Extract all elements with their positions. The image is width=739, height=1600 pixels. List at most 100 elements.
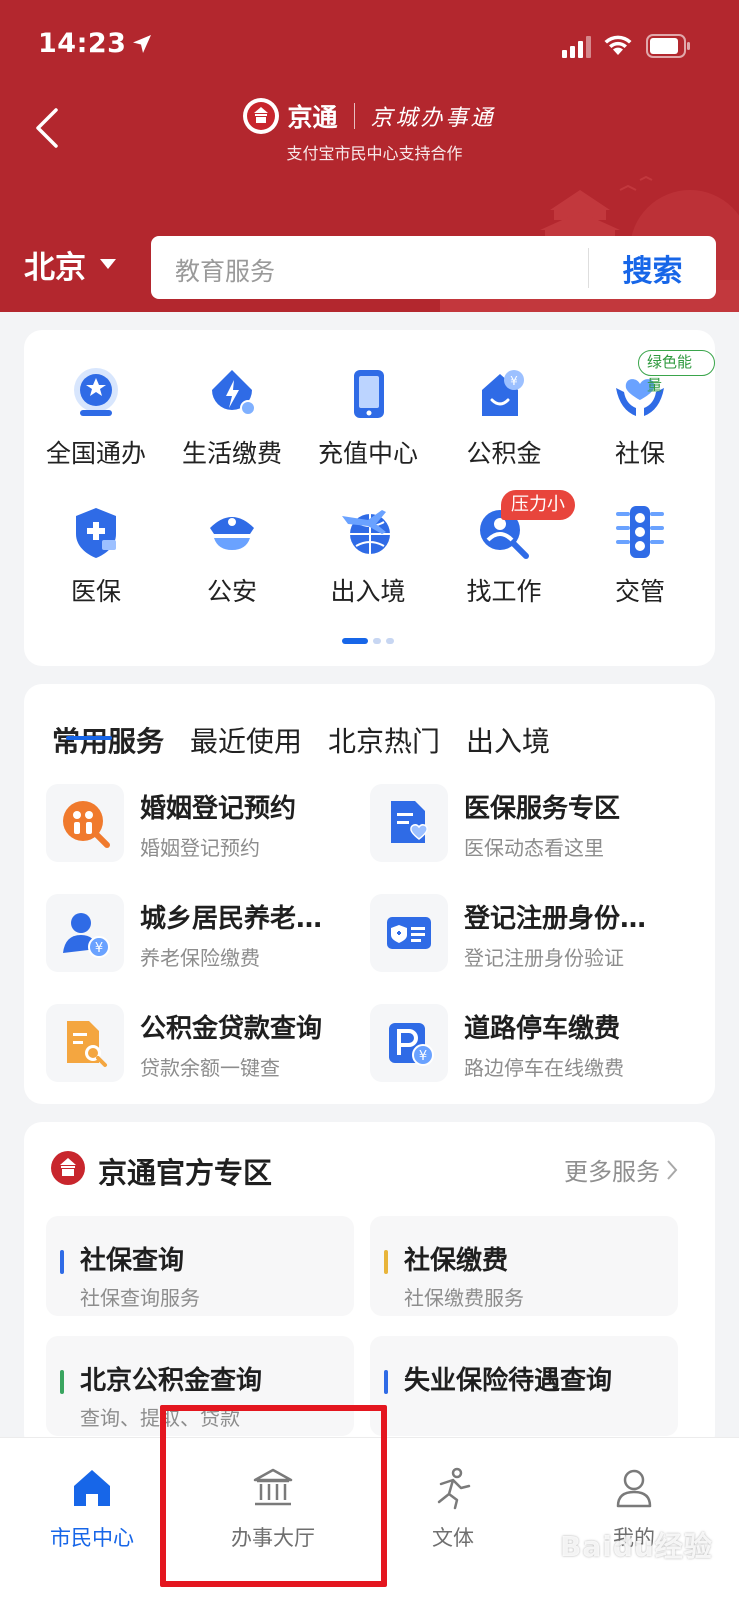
medical-insurance-icon (76, 508, 116, 558)
grid-label: 生活缴费 (181, 439, 282, 468)
brand-name: 京通 (287, 103, 338, 132)
tile-title: 社保查询 (80, 1246, 185, 1276)
immigration-icon (342, 510, 390, 554)
service-subtitle: 养老保险缴费 (140, 946, 260, 970)
svg-text:¥: ¥ (419, 1049, 427, 1064)
parking-icon: ¥ (370, 1004, 448, 1082)
grid-item-police[interactable]: 公安 (164, 502, 300, 622)
grid-label: 出入境 (330, 577, 406, 606)
tab-beijing-hot[interactable]: 北京热门 (328, 720, 440, 760)
tab-common-services[interactable]: 常用服务 (52, 720, 164, 760)
pager-dot (386, 638, 394, 644)
service-item[interactable]: 公积金贷款查询 贷款余额一键查 (46, 1004, 366, 1084)
tile-subtitle: 社保查询服务 (80, 1286, 200, 1310)
tile-title: 失业保险待遇查询 (404, 1366, 613, 1396)
service-title: 医保服务专区 (464, 794, 621, 824)
nav-label: 文体 (432, 1526, 474, 1550)
jingtong-logo-icon (51, 1151, 85, 1185)
service-title: 道路停车缴费 (464, 1014, 621, 1044)
pager-dots (342, 638, 394, 644)
nav-item-citizen-center[interactable]: 市民中心 (22, 1458, 162, 1558)
grid-item-traffic[interactable]: 交管 (572, 502, 708, 622)
brand: 京通 京城办事通 支付宝市民中心支持合作 (0, 96, 739, 164)
caret-down-icon (100, 259, 116, 269)
pager-dot-active (342, 638, 368, 644)
grid-label: 公安 (206, 577, 257, 606)
city-label: 北京 (24, 249, 86, 286)
grid-label: 找工作 (466, 577, 542, 606)
official-zone-title: 京通官方专区 (98, 1156, 273, 1190)
service-subtitle: 登记注册身份验证 (464, 946, 624, 970)
service-subtitle: 贷款余额一键查 (140, 1056, 280, 1080)
grid-label: 公积金 (466, 439, 542, 468)
tab-recent[interactable]: 最近使用 (190, 720, 302, 760)
home-icon (74, 1470, 110, 1506)
user-icon (616, 1469, 652, 1508)
loan-query-icon (46, 1004, 124, 1082)
status-time: 14:23 (38, 28, 127, 59)
services-tabs: 常用服务 最近使用 北京热门 出入境 (52, 720, 550, 760)
tile-subtitle: 社保缴费服务 (404, 1286, 524, 1310)
green-energy-badge: 绿色能量 (638, 350, 715, 394)
service-item[interactable]: 登记注册身份… 登记注册身份验证 (370, 894, 690, 974)
service-item[interactable]: ¥ 道路停车缴费 路边停车在线缴费 (370, 1004, 690, 1084)
grid-item-immigration[interactable]: 出入境 (300, 502, 436, 622)
tab-immigration[interactable]: 出入境 (466, 720, 550, 760)
active-tab-underline (66, 736, 112, 740)
marriage-icon (46, 784, 124, 862)
status-bar: 14:23 (0, 0, 739, 92)
search-input[interactable]: 教育服务 (175, 252, 275, 288)
brand-slogan: 京城办事通 (370, 106, 496, 131)
pager-dot (373, 638, 381, 644)
running-icon (437, 1467, 471, 1510)
grid-item-housing-fund[interactable]: ¥ 公积金 (436, 364, 572, 484)
tile-accent-bar (60, 1250, 64, 1274)
official-tile[interactable]: 失业保险待遇查询 (370, 1336, 678, 1436)
housing-fund-icon: ¥ (482, 370, 524, 416)
search-button[interactable]: 搜索 (589, 236, 716, 299)
common-services-card: 常用服务 最近使用 北京热门 出入境 婚姻登记预约 婚姻登记预约 医保服务专区 … (24, 684, 715, 1104)
location-arrow-icon (133, 35, 151, 53)
tile-accent-bar (384, 1250, 388, 1274)
tile-title: 北京公积金查询 (80, 1366, 263, 1396)
search-box[interactable]: 教育服务 搜索 (151, 236, 716, 299)
service-title: 登记注册身份… (464, 904, 647, 934)
svg-text:¥: ¥ (95, 941, 103, 956)
city-selector[interactable]: 北京 (24, 240, 116, 288)
grid-label: 医保 (70, 577, 121, 606)
service-title: 城乡居民养老… (140, 904, 323, 934)
grid-label: 充值中心 (317, 439, 418, 468)
grid-item-recharge[interactable]: 充值中心 (300, 364, 436, 484)
grid-item-national-service[interactable]: 全国通办 (28, 364, 164, 484)
highlight-annotation-box (160, 1405, 387, 1587)
tile-accent-bar (384, 1370, 388, 1394)
more-services-link[interactable]: 更多服务 (564, 1152, 678, 1187)
recharge-icon (354, 370, 384, 418)
medical-doc-icon (370, 784, 448, 862)
service-title: 婚姻登记预约 (140, 794, 297, 824)
grid-item-utility-payment[interactable]: 生活缴费 (164, 364, 300, 484)
baidu-watermark: Baidu经验 (560, 1530, 713, 1563)
utility-payment-icon (212, 370, 256, 416)
pension-icon: ¥ (46, 894, 124, 972)
battery-icon (646, 34, 690, 58)
service-item[interactable]: 婚姻登记预约 婚姻登记预约 (46, 784, 366, 864)
official-zone-card: 京通官方专区 更多服务 社保查询 社保查询服务 社保缴费 社保缴费服务 北京公积… (24, 1122, 715, 1452)
cellular-signal-icon (562, 36, 591, 58)
stress-free-badge: 压力小 (501, 490, 575, 520)
service-title: 公积金贷款查询 (140, 1014, 323, 1044)
grid-label: 社保 (614, 439, 665, 468)
jingtong-logo (243, 98, 280, 134)
official-tile[interactable]: 社保查询 社保查询服务 (46, 1216, 354, 1316)
grid-label: 交管 (614, 577, 665, 606)
service-subtitle: 婚姻登记预约 (140, 836, 260, 860)
grid-item-job-search[interactable]: 找工作 (436, 502, 572, 622)
service-item[interactable]: ¥ 城乡居民养老… 养老保险缴费 (46, 894, 366, 974)
grid-item-social-security[interactable]: 社保 (572, 364, 708, 484)
grid-item-medical-insurance[interactable]: 医保 (28, 502, 164, 622)
service-item[interactable]: 医保服务专区 医保动态看这里 (370, 784, 690, 864)
nav-item-culture-sports[interactable]: 文体 (383, 1458, 523, 1558)
traffic-light-icon (616, 506, 664, 558)
official-tile[interactable]: 社保缴费 社保缴费服务 (370, 1216, 678, 1316)
chevron-right-icon (667, 1159, 678, 1180)
